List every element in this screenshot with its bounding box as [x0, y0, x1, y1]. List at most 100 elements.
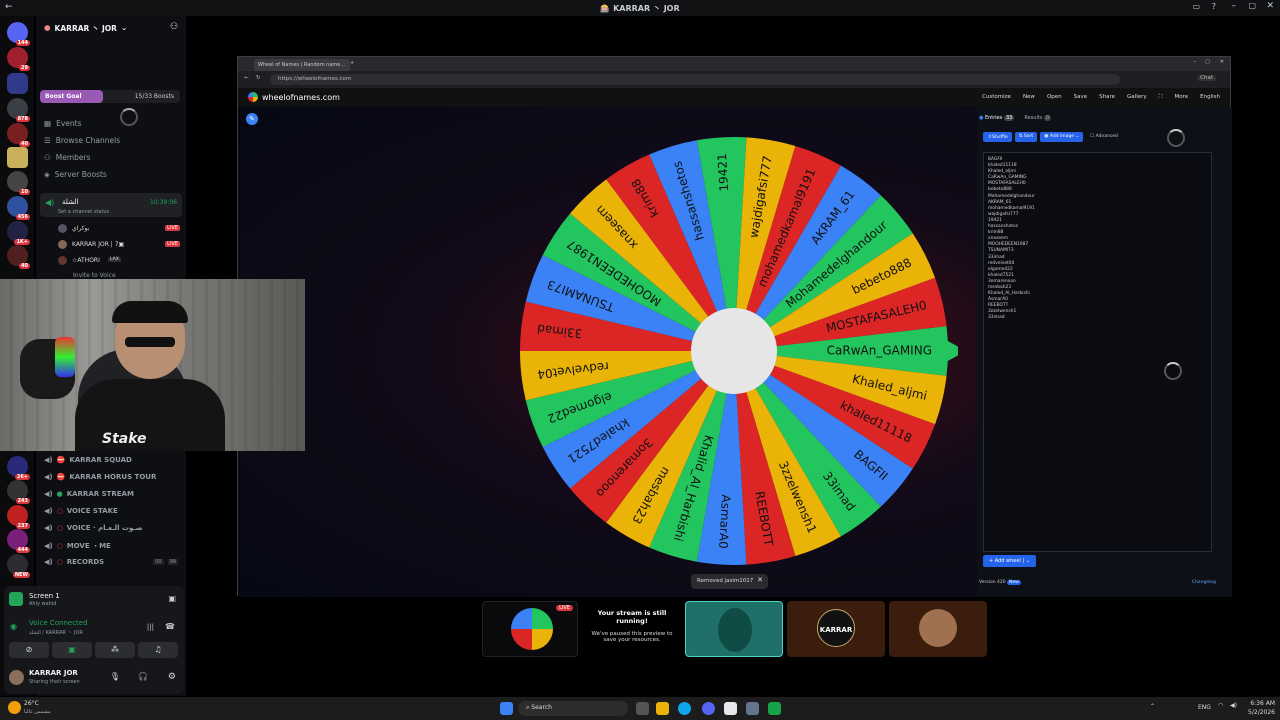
file-explorer-icon[interactable]: [656, 702, 669, 715]
add-image-button[interactable]: ▣ Add image ⌄: [1040, 132, 1084, 142]
close-icon[interactable]: ✕: [1220, 59, 1224, 65]
profile-button[interactable]: Chat: [1197, 75, 1216, 81]
server-icon[interactable]: 40: [7, 123, 30, 147]
advanced-checkbox[interactable]: ☐ Advanced: [1086, 132, 1122, 142]
menu-open[interactable]: Open: [1047, 94, 1062, 101]
server-icon[interactable]: 29: [7, 47, 30, 71]
tray-chevron-icon[interactable]: ⌃: [1150, 703, 1155, 710]
browser-tab[interactable]: Wheel of Names | Random name...: [254, 59, 350, 71]
app-icon[interactable]: [768, 702, 781, 715]
voice-channel[interactable]: ◀) ● KARRAR STREAM: [44, 490, 134, 498]
stage-user[interactable]: بوكراي LIVE: [58, 224, 182, 234]
server-icon[interactable]: 444: [7, 529, 30, 553]
channel-status[interactable]: Set a channel status: [58, 209, 109, 215]
changelog-link[interactable]: Changelog: [1192, 580, 1216, 585]
menu-language[interactable]: English: [1200, 94, 1220, 101]
server-folder-icon[interactable]: [7, 73, 28, 94]
preview-tile[interactable]: LIVE: [482, 601, 578, 657]
voice-channel[interactable]: ◀) ○ RECORDS 00 99: [44, 558, 178, 566]
edge-browser-icon[interactable]: [678, 702, 691, 715]
back-icon[interactable]: ←: [244, 75, 249, 81]
menu-share[interactable]: Share: [1099, 94, 1115, 101]
avatar[interactable]: [9, 670, 24, 685]
minimize-icon[interactable]: –: [1194, 59, 1197, 65]
server-icon[interactable]: [7, 147, 28, 168]
server-icon-home[interactable]: 144: [7, 22, 30, 46]
inbox-icon[interactable]: ▭: [1192, 2, 1200, 11]
maximize-icon[interactable]: ▢: [1248, 1, 1256, 10]
preview-tile[interactable]: [889, 601, 987, 657]
share-screen-button[interactable]: ▣: [52, 642, 92, 658]
headphones-icon[interactable]: 🎧: [138, 672, 148, 681]
server-icon[interactable]: 40: [7, 245, 30, 269]
nav-members[interactable]: ⚇ Members: [44, 153, 91, 162]
tab-results[interactable]: Results 0: [1024, 115, 1052, 121]
settings-app-icon[interactable]: [746, 702, 759, 715]
voice-connected-sub[interactable]: الشلة / KARRAR 丶 JOR: [29, 629, 83, 636]
boost-goal-bar[interactable]: Boost Goal 15/33 Boosts: [40, 90, 180, 103]
camera-off-button[interactable]: ⊘: [9, 642, 49, 658]
wifi-icon[interactable]: ◠: [1218, 702, 1223, 709]
server-icon[interactable]: 237: [7, 505, 30, 529]
activities-button[interactable]: ⁂: [95, 642, 135, 658]
close-icon[interactable]: ✕: [1266, 1, 1274, 11]
close-icon[interactable]: ✕: [757, 576, 763, 584]
shuffle-button[interactable]: ⤨ Shuffle: [983, 132, 1012, 142]
windows-start-icon[interactable]: [500, 702, 513, 715]
clock-time[interactable]: 6:36 AM: [1247, 700, 1275, 707]
server-icon[interactable]: 243: [7, 480, 30, 504]
stop-share-icon[interactable]: ▣: [168, 594, 176, 603]
new-tab-icon[interactable]: +: [350, 60, 354, 66]
wheel[interactable]: CaRwAn_GAMINGKhaled_aljmikhaled11118BAGF…: [518, 136, 958, 576]
invite-people-icon[interactable]: ⚇: [170, 22, 178, 32]
disconnect-icon[interactable]: ☎: [165, 622, 175, 631]
minimize-icon[interactable]: –: [1232, 1, 1237, 11]
volume-icon[interactable]: ◀): [1230, 702, 1237, 709]
gear-icon[interactable]: ⚙: [168, 672, 176, 682]
stage-channel[interactable]: ◀) الشلة 10:39:06 Set a channel status: [40, 193, 182, 217]
language-indicator[interactable]: ENG: [1198, 704, 1211, 711]
voice-channel[interactable]: ◀) ○ MOVE ・ME: [44, 541, 111, 551]
soundboard-button[interactable]: ♫: [138, 642, 178, 658]
noise-icon[interactable]: |||: [147, 623, 154, 631]
tab-entries[interactable]: ● Entries 33: [979, 115, 1015, 121]
nav-events[interactable]: ▦ Events: [44, 119, 82, 128]
address-bar[interactable]: https://wheelofnames.com: [270, 74, 1120, 85]
entries-textarea[interactable]: BAGFII khaled11118 Khaled_aljmi CaRwAn_GAMI…: [983, 152, 1212, 552]
server-icon[interactable]: 26+: [7, 456, 30, 480]
microphone-icon[interactable]: 🎙: [110, 672, 120, 681]
menu-more[interactable]: More: [1174, 94, 1188, 101]
nav-server-boosts[interactable]: ◈ Server Boosts: [44, 170, 107, 179]
menu-new[interactable]: New: [1023, 94, 1035, 101]
sort-button[interactable]: ⇅ Sort: [1014, 132, 1038, 142]
voice-channel[interactable]: ◀) ⛔ KARRAR SQUAD: [44, 456, 132, 464]
voice-channel[interactable]: ◀) ○ VOICE STAKE: [44, 507, 118, 515]
discord-app-icon[interactable]: [702, 702, 715, 715]
server-icon[interactable]: 1K+: [7, 221, 30, 245]
edit-icon[interactable]: ✎: [246, 113, 258, 125]
menu-save[interactable]: Save: [1074, 94, 1088, 101]
menu-customize[interactable]: Customize: [982, 94, 1011, 101]
site-logo[interactable]: wheelofnames.com: [262, 93, 340, 102]
server-icon[interactable]: 10: [7, 171, 30, 195]
menu-gallery[interactable]: Gallery: [1127, 94, 1147, 101]
task-view-icon[interactable]: [636, 702, 649, 715]
stage-user[interactable]: ☆ATHORI LAX: [58, 256, 182, 266]
server-header[interactable]: ● KARRAR 丶 JOR ⌄: [44, 23, 127, 34]
notepad-icon[interactable]: [724, 702, 737, 715]
wheel-center[interactable]: [691, 308, 777, 394]
stage-user[interactable]: KARRAR JOR | 7▣ LIVE: [58, 240, 182, 250]
server-icon[interactable]: 878: [7, 98, 30, 122]
help-icon[interactable]: ?: [1212, 2, 1216, 11]
taskbar-search[interactable]: ⌕ Search: [518, 701, 628, 716]
invite-to-voice[interactable]: Invite to Voice: [73, 272, 116, 279]
voice-channel[interactable]: ◀) ○ VOICE · صـوت الـعـام: [44, 524, 143, 532]
add-wheel-button[interactable]: + Add wheel | ⌄: [983, 555, 1036, 567]
preview-tile[interactable]: KARRAR: [787, 601, 885, 657]
voice-channel[interactable]: ◀) ⛔ KARRAR HORUS TOUR: [44, 473, 156, 481]
weather-temp[interactable]: 26°C: [24, 700, 39, 707]
preview-tile-active[interactable]: [685, 601, 783, 657]
fullscreen-icon[interactable]: ⛶: [1159, 94, 1163, 101]
maximize-icon[interactable]: ▢: [1205, 59, 1210, 65]
reload-icon[interactable]: ↻: [256, 75, 261, 81]
